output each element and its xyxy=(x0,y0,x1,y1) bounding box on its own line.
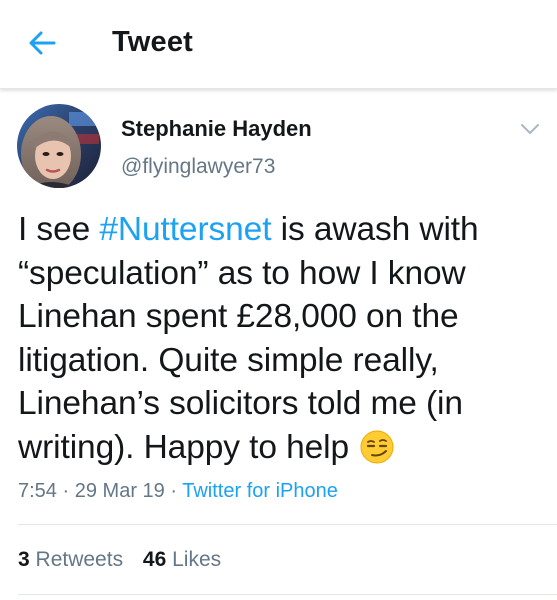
tweet-time: 7:54 xyxy=(18,480,57,502)
avatar-image xyxy=(17,104,101,188)
tweet-text-line: Linehan spent £28,000 on the xyxy=(18,298,459,335)
tweet-date: 29 Mar 19 xyxy=(74,480,165,502)
tweet-text-line: Linehan’s solicitors told me (in xyxy=(18,385,463,422)
author-handle[interactable]: @flyinglawyer73 xyxy=(121,155,275,179)
likes-number: 46 xyxy=(142,548,167,571)
chevron-down-icon xyxy=(521,124,539,134)
meta-separator: · xyxy=(62,480,70,502)
likes-count[interactable]: 46 Likes xyxy=(143,548,221,572)
retweets-count[interactable]: 3 Retweets xyxy=(18,548,123,572)
tweet-menu-button[interactable] xyxy=(517,118,543,140)
retweets-label: Retweets xyxy=(35,548,124,571)
tweet-text-segment: I see xyxy=(18,211,100,248)
tweet-text-segment: writing). Happy to help xyxy=(18,428,349,466)
tweet-source-link[interactable]: Twitter for iPhone xyxy=(182,480,338,502)
tweet-text-line: litigation. Quite simple really, xyxy=(18,341,439,379)
smirking-face-emoji-icon xyxy=(360,430,394,476)
top-app-bar: Tweet xyxy=(0,0,557,89)
author-display-name[interactable]: Stephanie Hayden xyxy=(121,116,312,142)
meta-separator: · xyxy=(170,480,178,502)
page-title: Tweet xyxy=(112,26,194,58)
likes-label: Likes xyxy=(172,548,222,571)
avatar[interactable] xyxy=(17,104,101,188)
tweet-text-line: “speculation” as to how I know xyxy=(18,254,466,292)
tweet-text-line: I see #Nuttersnet is awash with xyxy=(18,208,543,252)
tweet-text-segment: is awash with xyxy=(271,211,479,248)
tweet-text: I see #Nuttersnet is awash with “specula… xyxy=(18,208,543,475)
tweet-stats: 3 Retweets 46 Likes xyxy=(18,548,221,572)
divider xyxy=(18,524,557,525)
tweet-text-line: writing). Happy to help xyxy=(18,426,543,476)
tweet-meta: 7:54 · 29 Mar 19 · Twitter for iPhone xyxy=(18,480,338,503)
hashtag-link[interactable]: #Nuttersnet xyxy=(99,211,271,248)
retweets-number: 3 xyxy=(18,548,30,571)
arrow-left-icon xyxy=(29,31,56,55)
back-button[interactable] xyxy=(22,26,62,60)
divider xyxy=(18,594,557,595)
